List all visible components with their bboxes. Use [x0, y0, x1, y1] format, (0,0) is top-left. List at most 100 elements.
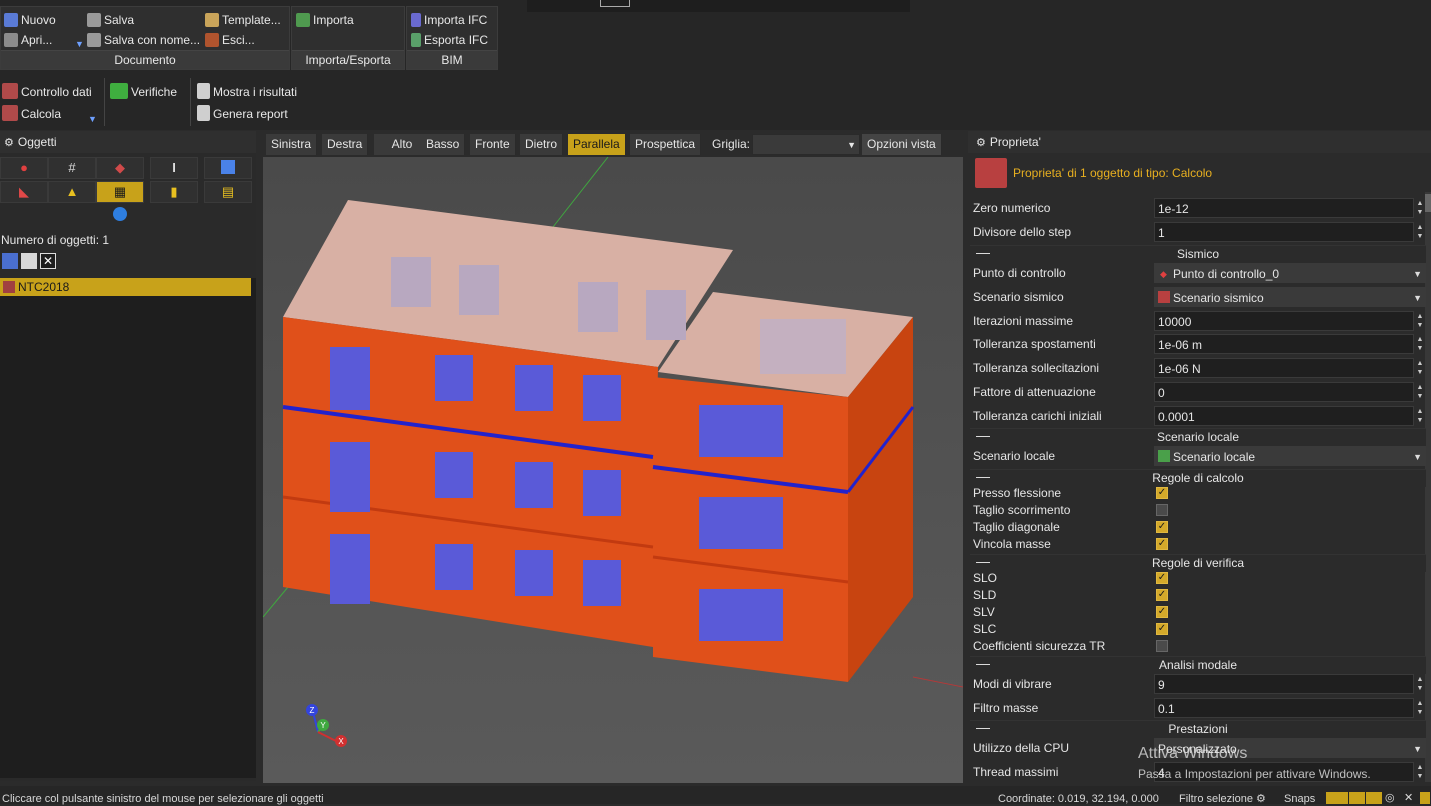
spinner-icon[interactable]: ▲ ▼ — [1416, 312, 1424, 330]
tol-carichi-input[interactable]: 0.0001 — [1154, 406, 1414, 426]
chevron-down-icon: ▼ — [1413, 452, 1422, 462]
filter-charts-tool[interactable]: ▮ — [150, 181, 198, 203]
importa-button[interactable]: Importa — [296, 11, 354, 29]
mostra-risultati-button[interactable]: Mostra i risultati — [197, 83, 297, 101]
calculator-icon: ▦ — [113, 184, 127, 199]
griglia-select[interactable]: ▼ — [752, 134, 860, 155]
load-curve-icon: ◣ — [19, 184, 29, 199]
snap-line-toggle[interactable] — [1349, 792, 1365, 804]
modi-vibrare-row: Modi di vibrare 9 ▲ ▼ — [973, 674, 1424, 694]
filter-materials-tool[interactable]: ● — [0, 157, 48, 179]
scenario-locale-select[interactable]: Scenario locale ▼ — [1154, 446, 1426, 466]
checkbox[interactable]: ✓ — [1156, 521, 1168, 533]
filter-grid-tool[interactable]: # — [48, 157, 96, 179]
filter-loads-tool[interactable]: ◣ — [0, 181, 48, 203]
esporta-ifc-button[interactable]: Esporta IFC — [411, 31, 488, 49]
view-sinistra-button[interactable]: Sinistra — [266, 134, 318, 155]
roof-window — [391, 257, 431, 307]
window — [699, 497, 783, 549]
exit-icon — [205, 33, 219, 47]
filter-globe-tool[interactable] — [96, 205, 144, 227]
fattore-input[interactable]: 0 — [1154, 382, 1414, 402]
view-destra-button[interactable]: Destra — [322, 134, 369, 155]
copy-object-icon[interactable] — [21, 253, 37, 269]
spinner-icon[interactable]: ▲ ▼ — [1416, 383, 1424, 401]
check-row: SLO ✓ — [973, 571, 1168, 585]
filter-beams-tool[interactable]: I — [150, 157, 198, 179]
punto-controllo-select[interactable]: ◆ Punto di controllo_0 ▼ — [1154, 263, 1426, 283]
window — [330, 534, 370, 604]
tol-spostamenti-input[interactable]: 1e-06 m — [1154, 334, 1414, 354]
checkbox[interactable]: ✓ — [1156, 487, 1168, 499]
spinner-icon[interactable]: ▲ ▼ — [1416, 199, 1424, 217]
delete-object-icon[interactable]: ✕ — [40, 253, 56, 269]
checkbox[interactable]: ✓ — [1156, 572, 1168, 584]
section-prestazioni[interactable]: — Prestazioni — [970, 719, 1426, 738]
chevron-down-icon: ▼ — [1413, 269, 1422, 279]
spinner-icon[interactable]: ▲ ▼ — [1416, 763, 1424, 781]
filtro-masse-row: Filtro masse 0.1 ▲ ▼ — [973, 698, 1424, 718]
controllo-dati-button[interactable]: Controllo dati — [2, 83, 92, 101]
fattore-row: Fattore di attenuazione 0 ▲ ▼ — [973, 382, 1424, 402]
viewport-3d[interactable]: Z Y X — [263, 157, 963, 783]
spinner-icon[interactable]: ▲ ▼ — [1416, 335, 1424, 353]
filter-shells-tool[interactable] — [204, 157, 252, 179]
checkbox[interactable]: ✓ — [1156, 623, 1168, 635]
tol-sollecitazioni-input[interactable]: 1e-06 N — [1154, 358, 1414, 378]
view-prospettica-button[interactable]: Prospettica — [630, 134, 702, 155]
export-ifc-icon — [411, 33, 421, 47]
zero-numerico-input[interactable]: 1e-12 — [1154, 198, 1414, 218]
apri-button[interactable]: Apri... — [4, 31, 52, 49]
scenario-sismico-select[interactable]: Scenario sismico ▼ — [1154, 287, 1426, 307]
snap-intersection-icon[interactable]: ✕ — [1404, 791, 1413, 804]
check-row: Taglio scorrimento — [970, 502, 1426, 519]
bim-group-label: BIM — [407, 50, 497, 69]
snap-edge-toggle[interactable] — [1366, 792, 1382, 804]
modi-vibrare-input[interactable]: 9 — [1154, 674, 1414, 694]
view-dietro-button[interactable]: Dietro — [520, 134, 564, 155]
genera-report-button[interactable]: Genera report — [197, 105, 288, 123]
section-sismico[interactable]: — Sismico — [970, 244, 1426, 263]
salva-button[interactable]: Salva — [87, 11, 134, 29]
view-fronte-button[interactable]: Fronte — [470, 134, 516, 155]
template-button[interactable]: Template... — [205, 11, 281, 29]
snap-center-icon[interactable]: ◎ — [1385, 791, 1395, 804]
section-analisi-modale[interactable]: — Analisi modale — [970, 655, 1426, 674]
checkbox[interactable] — [1156, 504, 1168, 516]
divisore-step-input[interactable]: 1 — [1154, 222, 1414, 242]
snap-grid-toggle[interactable] — [1326, 792, 1348, 804]
esci-button[interactable]: Esci... — [205, 31, 255, 49]
filter-elements-tool[interactable]: ◆ — [96, 157, 144, 179]
checkbox[interactable]: ✓ — [1156, 606, 1168, 618]
checkbox[interactable] — [1156, 640, 1168, 652]
checkbox[interactable]: ✓ — [1156, 538, 1168, 550]
importa-ifc-button[interactable]: Importa IFC — [411, 11, 487, 29]
filter-calcolo-tool[interactable]: ▦ — [96, 181, 144, 203]
calcola-button[interactable]: Calcola — [2, 105, 61, 123]
spinner-icon[interactable]: ▲ ▼ — [1416, 359, 1424, 377]
verifiche-button[interactable]: Verifiche — [110, 83, 177, 101]
spinner-icon[interactable]: ▲ ▼ — [1416, 223, 1424, 241]
iterazioni-input[interactable]: 10000 — [1154, 311, 1414, 331]
spinner-icon[interactable]: ▲ ▼ — [1416, 675, 1424, 693]
calcola-dropdown-icon[interactable]: ▼ — [88, 110, 97, 128]
view-basso-button[interactable]: Basso — [421, 134, 466, 155]
filter-tables-tool[interactable]: ▤ — [204, 181, 252, 203]
object-item-ntc2018[interactable]: NTC2018 — [0, 278, 251, 296]
spinner-icon[interactable]: ▲ ▼ — [1416, 699, 1424, 717]
calculator-icon — [3, 281, 15, 293]
salva-con-nome-button[interactable]: Salva con nome... — [87, 31, 200, 49]
window — [699, 589, 783, 641]
checkbox[interactable]: ✓ — [1156, 589, 1168, 601]
section-scenario-locale[interactable]: — Scenario locale — [970, 427, 1426, 446]
snap-point-toggle[interactable] — [1420, 792, 1430, 804]
add-object-icon[interactable] — [2, 253, 18, 269]
nuovo-button[interactable]: Nuovo — [4, 11, 56, 29]
opzioni-vista-button[interactable]: Opzioni vista — [862, 134, 942, 155]
x-axis-label: X — [338, 737, 344, 746]
filter-supports-tool[interactable]: ▲ — [48, 181, 96, 203]
new-star-icon — [4, 13, 18, 27]
spinner-icon[interactable]: ▲ ▼ — [1416, 407, 1424, 425]
filtro-masse-input[interactable]: 0.1 — [1154, 698, 1414, 718]
view-parallela-button[interactable]: Parallela — [568, 134, 626, 155]
